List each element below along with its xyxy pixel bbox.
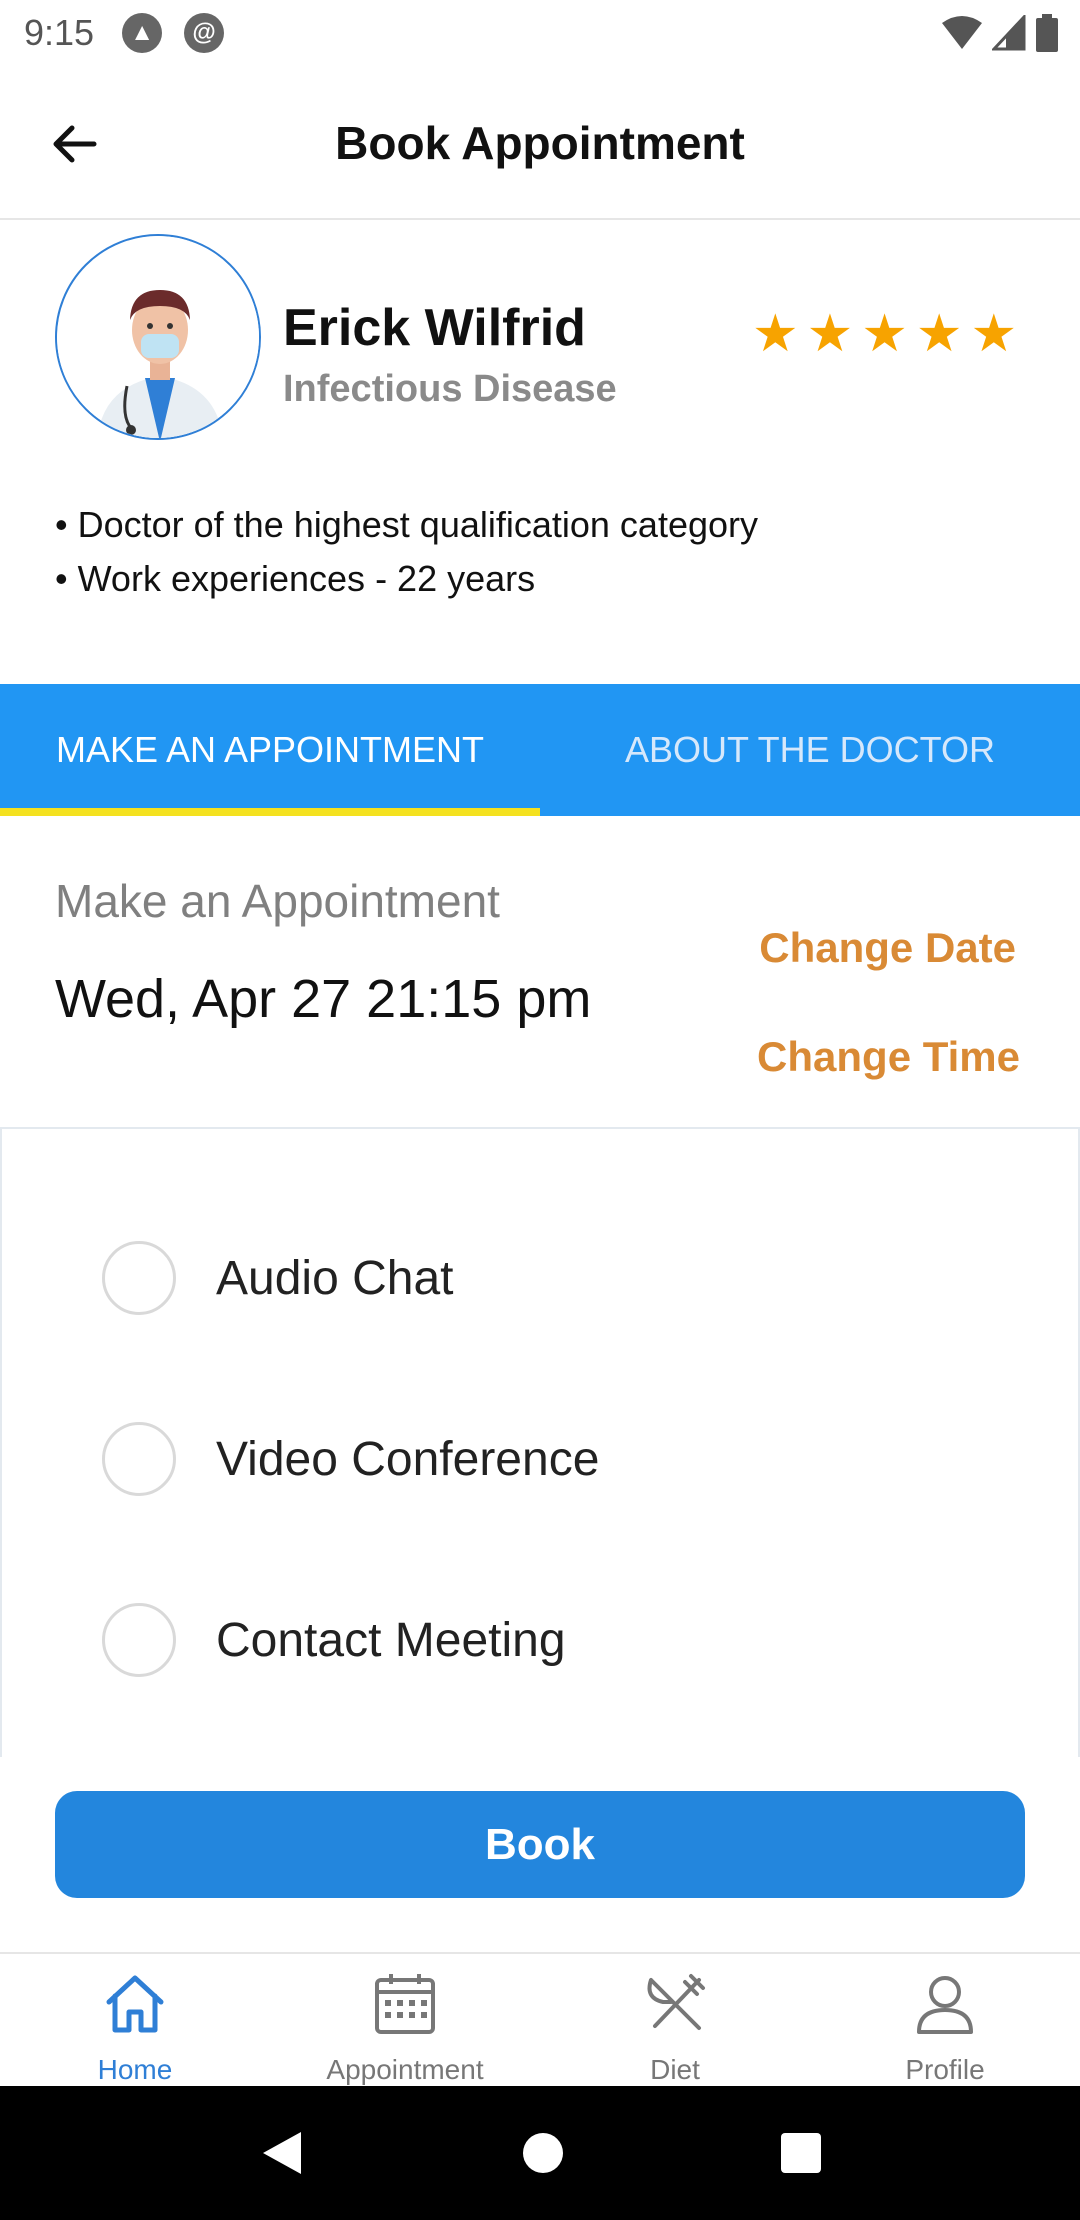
status-bar: 9:15 ▲ @	[0, 0, 1080, 66]
at-sign-icon: @	[184, 13, 225, 53]
qualification-item: • Doctor of the highest qualification ca…	[55, 504, 759, 545]
nav-home[interactable]: Home	[0, 1954, 270, 2086]
doctor-qualifications: • Doctor of the highest qualification ca…	[55, 498, 758, 606]
bottom-navigation: Home Appointment Diet Profile	[0, 1952, 1080, 2086]
star-icon: ★	[861, 305, 908, 363]
book-button[interactable]: Book	[55, 1791, 1025, 1898]
star-icon: ★	[915, 305, 963, 363]
rating-stars: ★ ★ ★ ★ ★	[752, 308, 1017, 360]
option-video-conference[interactable]: Video Conference	[102, 1422, 599, 1496]
system-navigation-bar	[0, 2086, 1080, 2220]
wifi-icon	[942, 16, 982, 49]
tab-make-appointment[interactable]: MAKE AN APPOINTMENT	[0, 684, 540, 816]
system-recents-icon[interactable]	[779, 2131, 823, 2175]
notification-icon: ▲	[122, 13, 163, 53]
option-label: Video Conference	[216, 1432, 600, 1486]
status-time: 9:15	[24, 12, 95, 53]
app-bar: Book Appointment	[0, 66, 1080, 220]
qualification-item: • Work experiences - 22 years	[55, 558, 536, 599]
change-time-button[interactable]: Change Time	[757, 1033, 1020, 1081]
doctor-avatar	[55, 234, 261, 440]
battery-icon	[1036, 14, 1058, 52]
nav-label: Diet	[650, 2054, 700, 2085]
option-label: Contact Meeting	[216, 1613, 566, 1667]
tab-bar: MAKE AN APPOINTMENT ABOUT THE DOCTOR	[0, 684, 1080, 816]
option-label: Audio Chat	[216, 1251, 454, 1305]
radio-button[interactable]	[102, 1603, 176, 1677]
nav-label: Profile	[905, 2054, 985, 2085]
tab-indicator	[0, 808, 540, 816]
appointment-heading: Make an Appointment	[55, 875, 500, 927]
person-icon	[917, 1976, 973, 2034]
page-title: Book Appointment	[335, 117, 745, 169]
appointment-datetime: Wed, Apr 27 21:15 pm	[55, 969, 592, 1029]
nav-appointment[interactable]: Appointment	[270, 1954, 540, 2086]
radio-button[interactable]	[102, 1241, 176, 1315]
status-indicators	[942, 14, 1058, 52]
nav-profile[interactable]: Profile	[810, 1954, 1080, 2086]
nav-diet[interactable]: Diet	[540, 1954, 810, 2086]
utensils-icon	[647, 1974, 705, 2030]
option-audio-chat[interactable]: Audio Chat	[102, 1241, 454, 1315]
nav-label: Appointment	[326, 2054, 484, 2085]
signal-icon	[992, 15, 1026, 51]
home-icon	[106, 1975, 164, 2033]
doctor-name: Erick Wilfrid	[283, 299, 586, 357]
tab-label: ABOUT THE DOCTOR	[624, 729, 996, 770]
star-icon: ★	[806, 305, 854, 363]
calendar-icon	[375, 1974, 435, 2034]
doctor-illustration	[57, 236, 259, 438]
nav-label: Home	[97, 2054, 173, 2085]
doctor-specialty: Infectious Disease	[283, 368, 617, 410]
tab-label: MAKE AN APPOINTMENT	[55, 729, 485, 770]
consultation-options: Audio Chat Video Conference Contact Meet…	[0, 1127, 1080, 1757]
star-icon: ★	[752, 305, 799, 363]
tab-about-doctor[interactable]: ABOUT THE DOCTOR	[540, 684, 1080, 816]
book-appointment-screen: 9:15 ▲ @ Book Appointment Erick Wilfrid …	[0, 0, 1080, 2220]
system-home-icon[interactable]	[521, 2131, 565, 2175]
option-contact-meeting[interactable]: Contact Meeting	[102, 1603, 566, 1677]
radio-button[interactable]	[102, 1422, 176, 1496]
change-date-button[interactable]: Change Date	[759, 924, 1016, 972]
star-icon: ★	[970, 305, 1018, 363]
system-back-icon[interactable]	[257, 2128, 307, 2178]
